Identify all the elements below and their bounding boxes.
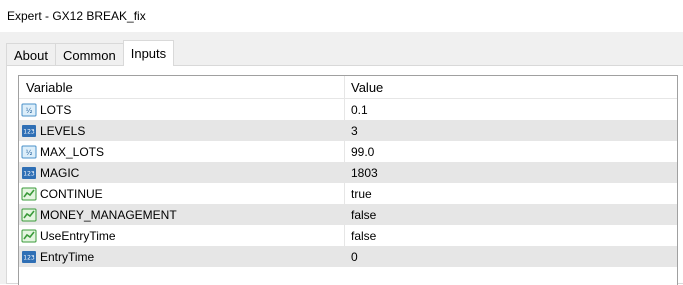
variable-name: MAGIC (40, 165, 80, 180)
variable-cell: ½ MAX_LOTS (19, 141, 345, 162)
table-row[interactable]: ½ MAX_LOTS 99.0 (19, 141, 677, 162)
window-titlebar: Expert - GX12 BREAK_fix (0, 0, 683, 32)
table-row[interactable]: UseEntryTime false (19, 225, 677, 246)
integer-type-icon: 123 (21, 123, 37, 139)
variable-cell: UseEntryTime (19, 225, 345, 246)
value-cell[interactable]: false (345, 204, 677, 225)
tab-strip: About Common Inputs (6, 40, 175, 66)
double-type-icon: ½ (21, 144, 37, 160)
variable-name: CONTINUE (40, 186, 103, 201)
value-cell[interactable]: 99.0 (345, 141, 677, 162)
window-title: Expert - GX12 BREAK_fix (7, 9, 146, 23)
table-row[interactable]: 123 MAGIC 1803 (19, 162, 677, 183)
variable-cell: 123 LEVELS (19, 120, 345, 141)
table-row[interactable]: CONTINUE true (19, 183, 677, 204)
table-row[interactable]: MONEY_MANAGEMENT false (19, 204, 677, 225)
variable-name: MAX_LOTS (40, 144, 105, 159)
variable-name: LOTS (40, 102, 72, 117)
value-cell[interactable]: 3 (345, 120, 677, 141)
table-row[interactable]: ½ LOTS 0.1 (19, 99, 677, 120)
variable-name: LEVELS (40, 123, 86, 138)
bool-type-icon (21, 228, 37, 244)
variable-cell: ½ LOTS (19, 99, 345, 120)
inputs-grid: Variable Value ½ LOTS 0.1 123 LEVELS 3 ½ MAX_LO… (18, 75, 678, 285)
svg-text:½: ½ (26, 149, 33, 157)
variable-cell: MONEY_MANAGEMENT (19, 204, 345, 225)
bool-type-icon (21, 186, 37, 202)
integer-type-icon: 123 (21, 165, 37, 181)
column-header-value[interactable]: Value (345, 76, 677, 98)
table-row[interactable]: 123 EntryTime 0 (19, 246, 677, 267)
grid-rows: ½ LOTS 0.1 123 LEVELS 3 ½ MAX_LOTS 99.0 123 MAGIC 1… (19, 99, 677, 267)
svg-text:123: 123 (23, 254, 35, 261)
variable-cell: CONTINUE (19, 183, 345, 204)
column-header-variable[interactable]: Variable (19, 76, 345, 98)
tab-inputs[interactable]: Inputs (122, 40, 175, 66)
value-cell[interactable]: 0 (345, 246, 677, 267)
inputs-panel: Variable Value ½ LOTS 0.1 123 LEVELS 3 ½ MAX_LO… (6, 65, 683, 285)
tab-about[interactable]: About (6, 43, 56, 66)
svg-text:123: 123 (23, 128, 35, 135)
variable-cell: 123 EntryTime (19, 246, 345, 267)
double-type-icon: ½ (21, 102, 37, 118)
tab-common[interactable]: Common (54, 43, 124, 66)
variable-name: EntryTime (40, 249, 95, 264)
bool-type-icon (21, 207, 37, 223)
integer-type-icon: 123 (21, 249, 37, 265)
grid-header: Variable Value (19, 76, 677, 99)
value-cell[interactable]: true (345, 183, 677, 204)
table-row[interactable]: 123 LEVELS 3 (19, 120, 677, 141)
dialog-body: About Common Inputs Variable Value ½ LOTS… (0, 32, 683, 285)
variable-cell: 123 MAGIC (19, 162, 345, 183)
variable-name: UseEntryTime (40, 228, 116, 243)
value-cell[interactable]: false (345, 225, 677, 246)
variable-name: MONEY_MANAGEMENT (40, 207, 177, 222)
svg-text:½: ½ (26, 107, 33, 115)
value-cell[interactable]: 1803 (345, 162, 677, 183)
value-cell[interactable]: 0.1 (345, 99, 677, 120)
svg-text:123: 123 (23, 170, 35, 177)
